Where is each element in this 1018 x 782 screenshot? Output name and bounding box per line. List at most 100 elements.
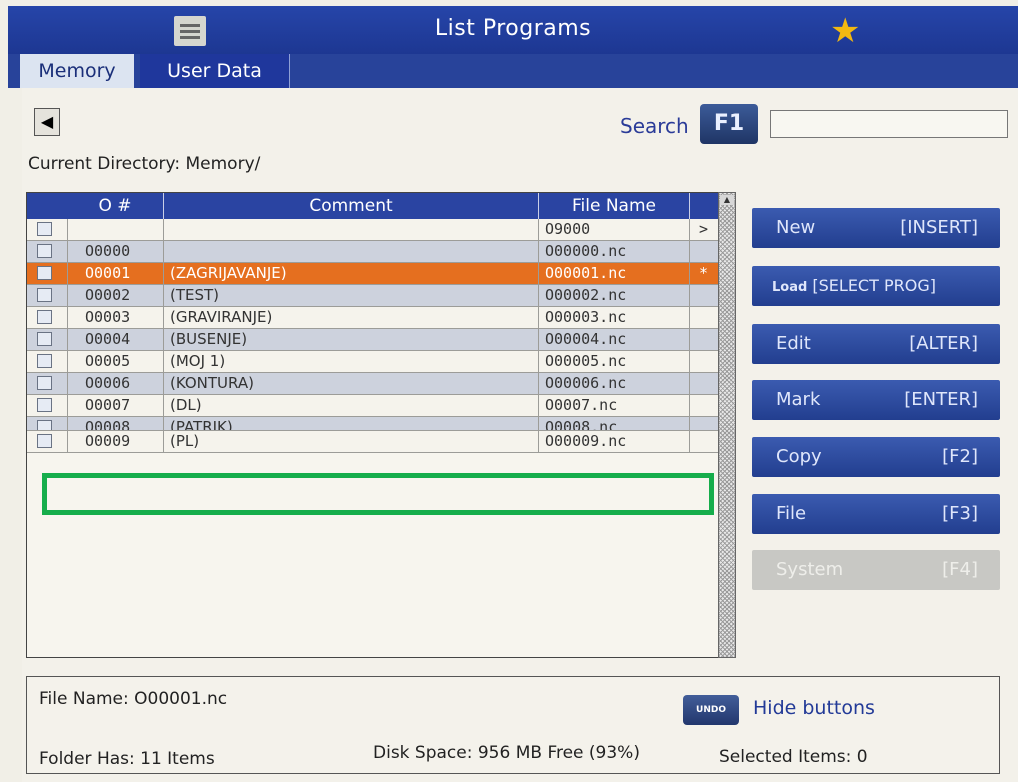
- program-comment: (DL): [170, 396, 202, 414]
- column-divider: [67, 263, 68, 284]
- column-divider: [689, 373, 690, 394]
- button-label: System: [776, 559, 844, 580]
- table-row[interactable]: O0002 (TEST) O00002.nc: [27, 285, 719, 307]
- row-checkbox[interactable]: [37, 354, 52, 368]
- table-row[interactable]: O0006 (KONTURA) O00006.nc: [27, 373, 719, 395]
- program-comment: (PATRIK): [170, 418, 233, 431]
- program-flag: >: [699, 220, 709, 238]
- button-label: File: [776, 503, 807, 524]
- button-key: [F4]: [942, 559, 978, 580]
- column-divider: [163, 431, 164, 452]
- table-row[interactable]: O0005 (MOJ 1) O00005.nc: [27, 351, 719, 373]
- mark-button[interactable]: Mark [ENTER]: [752, 380, 1000, 420]
- selected-item-count: Selected Items: 0: [719, 747, 868, 767]
- row-checkbox[interactable]: [37, 266, 52, 280]
- program-flag: *: [699, 264, 709, 282]
- column-divider: [689, 351, 690, 372]
- row-checkbox[interactable]: [37, 398, 52, 412]
- title-bar: List Programs ★: [8, 6, 1018, 54]
- program-number: O0005: [85, 352, 131, 370]
- program-file-name: O00001.nc: [545, 264, 627, 282]
- page-title: List Programs: [434, 16, 592, 41]
- column-divider: [67, 431, 68, 452]
- column-divider: [163, 417, 164, 430]
- program-number: O0006: [85, 374, 131, 392]
- column-divider: [67, 241, 68, 262]
- file-button[interactable]: File [F3]: [752, 494, 1000, 534]
- row-checkbox[interactable]: [37, 244, 52, 258]
- tab-memory[interactable]: Memory: [20, 54, 134, 88]
- highlight-box: [42, 473, 714, 515]
- column-divider: [538, 263, 539, 284]
- program-file-name: O9000: [545, 220, 591, 238]
- scroll-up-icon[interactable]: ▲: [720, 195, 734, 205]
- column-divider: [538, 329, 539, 350]
- row-checkbox[interactable]: [37, 310, 52, 324]
- column-divider: [67, 329, 68, 350]
- button-label: Mark: [776, 389, 821, 410]
- program-file-name: O00002.nc: [545, 286, 627, 304]
- row-checkbox[interactable]: [37, 288, 52, 302]
- system-button[interactable]: System [F4]: [752, 550, 1000, 590]
- edit-button[interactable]: Edit [ALTER]: [752, 324, 1000, 364]
- scrollbar[interactable]: ▲: [718, 192, 736, 658]
- program-file-name: O00009.nc: [545, 432, 627, 450]
- column-divider: [538, 395, 539, 416]
- program-file-name: O0008.nc: [545, 418, 618, 431]
- column-divider: [67, 285, 68, 306]
- column-header-file-name[interactable]: File Name: [539, 193, 689, 219]
- program-file-name: O0007.nc: [545, 396, 618, 414]
- table-row[interactable]: O0004 (BUSENJE) O00004.nc: [27, 329, 719, 351]
- undo-key-button[interactable]: UNDO: [683, 695, 739, 725]
- load-button[interactable]: Load [SELECT PROG]: [752, 266, 1000, 306]
- button-label: Load [SELECT PROG]: [772, 276, 936, 295]
- program-number: O0000: [85, 242, 131, 260]
- row-checkbox[interactable]: [37, 434, 52, 448]
- program-number: O0009: [85, 432, 131, 450]
- program-file-name: O00000.nc: [545, 242, 627, 260]
- program-number: O0001: [85, 264, 131, 282]
- new-button[interactable]: New [INSERT]: [752, 208, 1000, 248]
- row-checkbox[interactable]: [37, 376, 52, 390]
- column-divider: [67, 417, 68, 430]
- table-row[interactable]: O0007 (DL) O0007.nc: [27, 395, 719, 417]
- column-divider: [163, 307, 164, 328]
- column-divider: [163, 373, 164, 394]
- program-file-name: O00005.nc: [545, 352, 627, 370]
- table-row[interactable]: O0003 (GRAVIRANJE) O00003.nc: [27, 307, 719, 329]
- button-key: [ALTER]: [909, 333, 978, 354]
- search-input[interactable]: [770, 110, 1008, 138]
- program-comment: (PL): [170, 432, 200, 450]
- column-divider: [689, 431, 690, 452]
- folder-item-count: Folder Has: 11 Items: [39, 749, 215, 769]
- program-comment: (MOJ 1): [170, 352, 226, 370]
- table-row[interactable]: O9000 >: [27, 219, 719, 241]
- table-row[interactable]: O0000 O00000.nc: [27, 241, 719, 263]
- row-checkbox[interactable]: [37, 420, 52, 430]
- program-number: O0007: [85, 396, 131, 414]
- back-arrow-icon: ◀: [40, 112, 54, 131]
- footer-file-name: File Name: O00001.nc: [39, 689, 228, 709]
- column-divider: [163, 263, 164, 284]
- table-row[interactable]: O0001 (ZAGRIJAVANJE) O00001.nc *: [27, 263, 719, 285]
- button-label: Copy: [776, 446, 822, 467]
- column-divider: [163, 241, 164, 262]
- table-row[interactable]: O0009 (PL) O00009.nc: [27, 431, 719, 453]
- button-key: [INSERT]: [900, 217, 978, 238]
- table-row[interactable]: O0008 (PATRIK) O0008.nc: [27, 417, 719, 431]
- column-divider: [689, 417, 690, 430]
- column-header-comment[interactable]: Comment: [164, 193, 538, 219]
- program-comment: (BUSENJE): [170, 330, 248, 348]
- row-checkbox[interactable]: [37, 222, 52, 236]
- f1-key-button[interactable]: F1: [700, 104, 758, 144]
- row-checkbox[interactable]: [37, 332, 52, 346]
- program-comment: (GRAVIRANJE): [170, 308, 273, 326]
- program-comment: (TEST): [170, 286, 220, 304]
- star-icon[interactable]: ★: [830, 12, 860, 50]
- program-number: O0004: [85, 330, 131, 348]
- tab-user-data[interactable]: User Data: [140, 54, 290, 88]
- hide-buttons-link[interactable]: Hide buttons: [753, 697, 875, 719]
- back-button[interactable]: ◀: [34, 108, 60, 136]
- column-header-number[interactable]: O #: [67, 193, 163, 219]
- copy-button[interactable]: Copy [F2]: [752, 437, 1000, 477]
